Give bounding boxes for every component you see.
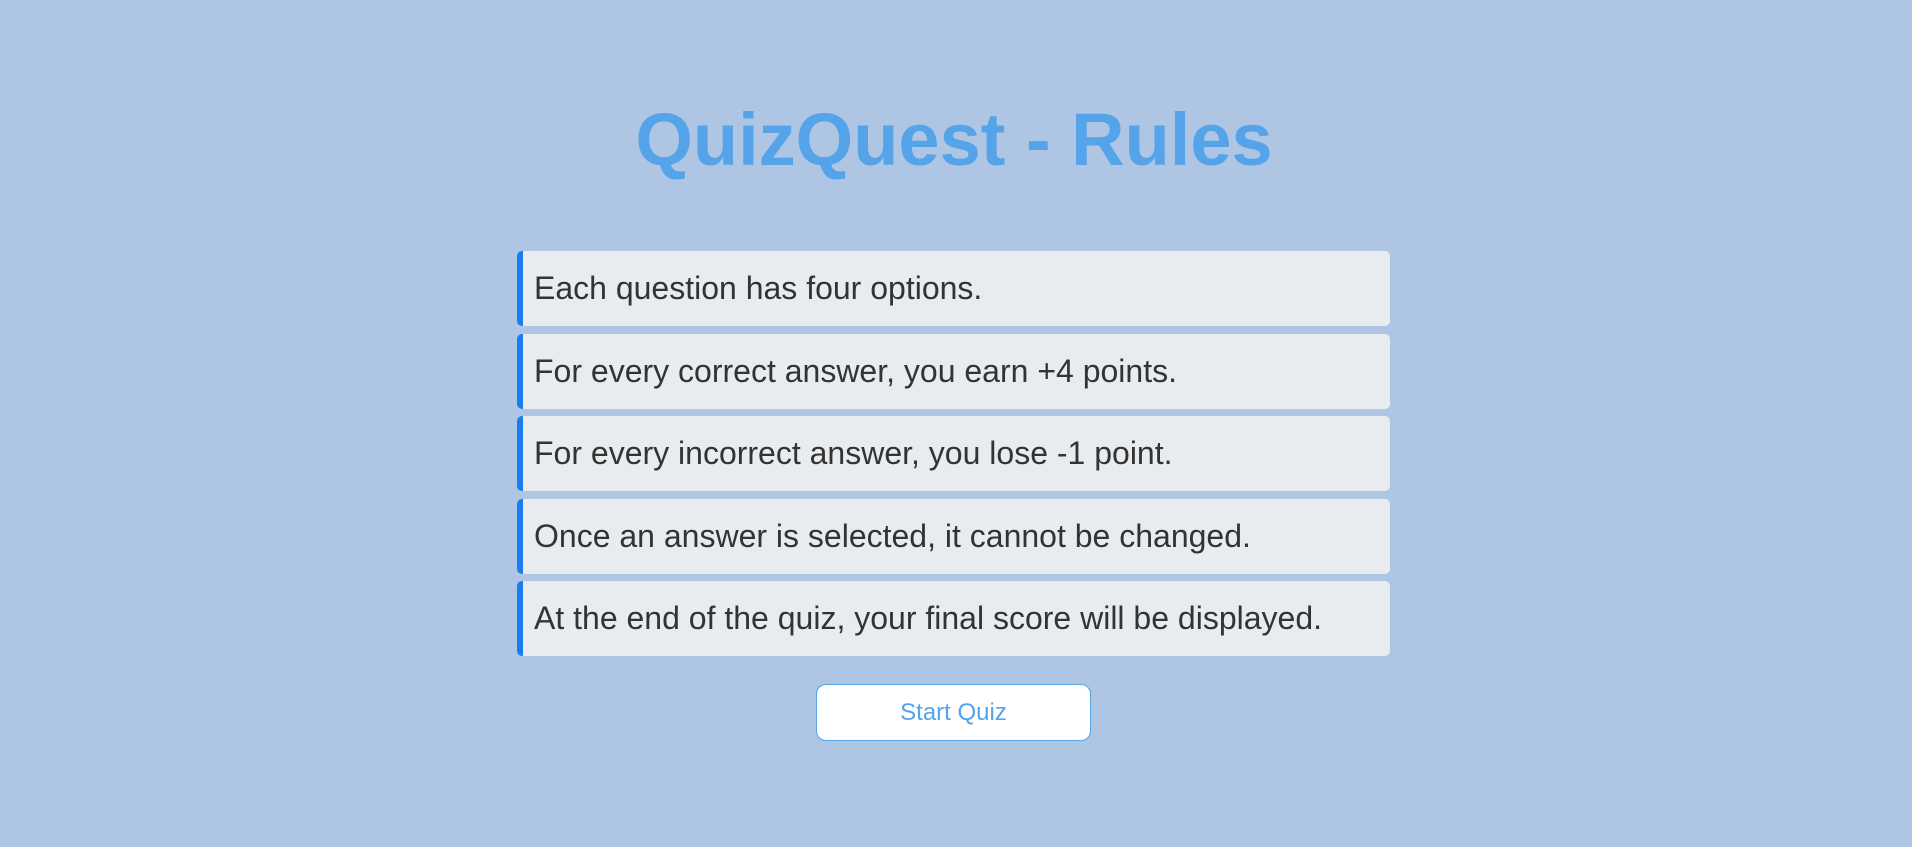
rule-item: At the end of the quiz, your final score… — [517, 581, 1390, 656]
rule-item: Each question has four options. — [517, 251, 1390, 326]
rule-item: For every correct answer, you earn +4 po… — [517, 333, 1390, 409]
rules-list: Each question has four options. For ever… — [517, 251, 1390, 664]
page-title: QuizQuest - Rules — [635, 98, 1273, 181]
start-quiz-button[interactable]: Start Quiz — [816, 684, 1091, 741]
rule-item: Once an answer is selected, it cannot be… — [517, 498, 1390, 574]
rule-item: For every incorrect answer, you lose -1 … — [517, 416, 1390, 491]
